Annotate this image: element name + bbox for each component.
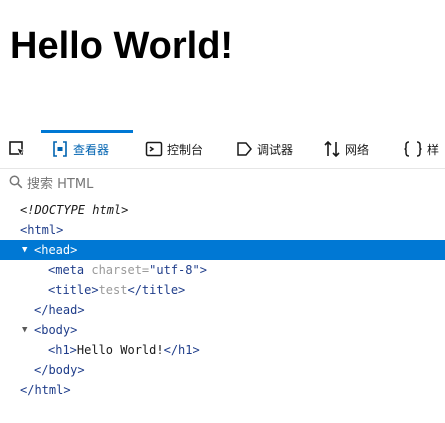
meta-open: <meta bbox=[48, 263, 92, 277]
dom-node-doctype[interactable]: <!DOCTYPE html> bbox=[0, 200, 445, 220]
title-open: <title> bbox=[48, 283, 99, 297]
h1-tag: <h1>Hello World!</h1> bbox=[48, 340, 200, 360]
search-icon bbox=[9, 175, 23, 189]
tab-style-editor[interactable]: 样 bbox=[402, 138, 439, 160]
tab-console-label: 控制台 bbox=[167, 142, 204, 157]
dom-node-html-close[interactable]: </html> bbox=[0, 380, 445, 400]
braces-icon bbox=[402, 139, 424, 159]
element-picker-icon bbox=[8, 139, 28, 159]
tab-inspector-label: 查看器 bbox=[73, 142, 110, 157]
devtools-panel: 查看器 控制台 调试器 网络 样 搜索 HTML <!DOCTYPE html>… bbox=[0, 128, 445, 423]
page: Hello World! 查看器 控制台 调试器 网络 样 搜索 HTML <!… bbox=[0, 0, 445, 423]
doctype-text: <!DOCTYPE html> bbox=[20, 203, 129, 217]
body-close-tag: </body> bbox=[34, 363, 85, 377]
h1-open: <h1> bbox=[48, 343, 77, 357]
tab-console[interactable]: 控制台 bbox=[144, 138, 203, 160]
html-close-tag: </html> bbox=[20, 383, 71, 397]
debugger-icon bbox=[234, 139, 254, 159]
expand-caret-icon[interactable]: ▼ bbox=[22, 240, 27, 260]
tab-debugger[interactable]: 调试器 bbox=[234, 138, 293, 160]
search-placeholder: 搜索 HTML bbox=[27, 176, 94, 192]
h1-text: Hello World! bbox=[76, 343, 164, 357]
dom-node-h1[interactable]: <h1>Hello World!</h1> bbox=[0, 340, 445, 360]
console-icon bbox=[144, 139, 164, 159]
dom-node-body[interactable]: ▼ <body> bbox=[0, 320, 445, 340]
network-icon bbox=[322, 139, 342, 159]
title-text: test bbox=[98, 283, 128, 297]
dom-node-body-close[interactable]: </body> bbox=[0, 360, 445, 380]
devtools-toolbar: 查看器 控制台 调试器 网络 样 bbox=[0, 128, 445, 169]
dom-node-title[interactable]: <title>test</title> bbox=[0, 280, 445, 300]
tab-debugger-label: 调试器 bbox=[257, 142, 294, 157]
search-html-field[interactable]: 搜索 HTML bbox=[9, 172, 93, 192]
element-picker-button[interactable] bbox=[8, 138, 28, 160]
dom-tree: <!DOCTYPE html> <html> ▼ <head> <meta ch… bbox=[0, 200, 445, 400]
active-tab-indicator bbox=[41, 130, 133, 133]
meta-close: > bbox=[199, 263, 207, 277]
title-close: </title> bbox=[127, 283, 186, 297]
head-open-tag: <head> bbox=[34, 243, 78, 257]
meta-tag: <meta charset="utf-8"> bbox=[48, 260, 207, 280]
dom-node-html[interactable]: <html> bbox=[0, 220, 445, 240]
h1-close: </h1> bbox=[163, 343, 200, 357]
tab-network[interactable]: 网络 bbox=[322, 138, 369, 160]
meta-attr-name: charset= bbox=[91, 263, 150, 277]
tab-style-editor-label: 样 bbox=[427, 142, 440, 157]
title-tag: <title>test</title> bbox=[48, 280, 185, 300]
dom-node-head-close[interactable]: </head> bbox=[0, 300, 445, 320]
dom-node-head[interactable]: ▼ <head> bbox=[0, 240, 445, 260]
page-heading: Hello World! bbox=[10, 25, 234, 67]
elements-icon bbox=[50, 139, 70, 159]
tab-network-label: 网络 bbox=[345, 142, 370, 157]
meta-attr-value: "utf-8" bbox=[149, 263, 200, 277]
body-open-tag: <body> bbox=[34, 323, 78, 337]
head-close-tag: </head> bbox=[34, 303, 85, 317]
dom-node-meta[interactable]: <meta charset="utf-8"> bbox=[0, 260, 445, 280]
tab-inspector[interactable]: 查看器 bbox=[50, 138, 109, 160]
expand-caret-icon[interactable]: ▼ bbox=[22, 320, 27, 340]
html-open-tag: <html> bbox=[20, 223, 64, 237]
